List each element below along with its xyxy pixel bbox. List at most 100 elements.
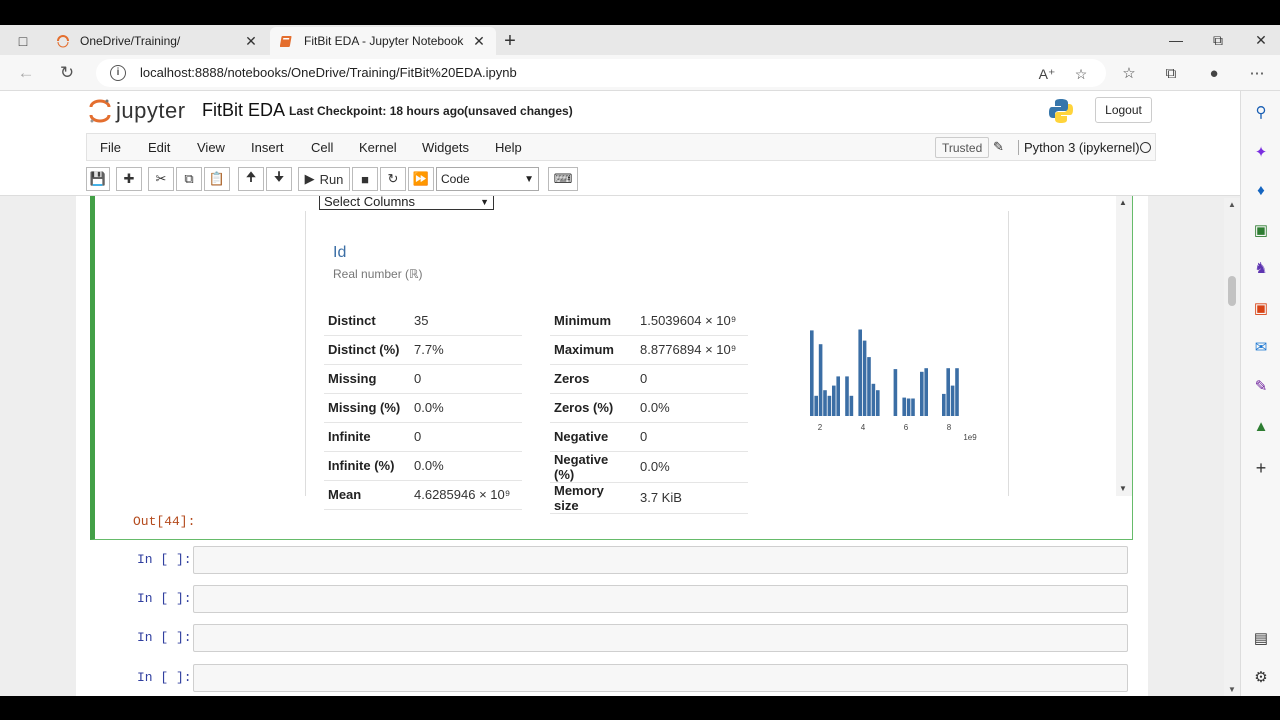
cell-type-select[interactable]: Code ▼ bbox=[436, 167, 539, 191]
close-window-icon[interactable]: ✕ bbox=[1246, 29, 1276, 51]
copy-icon[interactable]: ⧉ bbox=[176, 167, 202, 191]
menu-widgets[interactable]: Widgets bbox=[422, 140, 469, 155]
histogram-bar bbox=[946, 368, 950, 416]
settings-gear-icon[interactable]: ⚙ bbox=[1252, 668, 1270, 686]
office-icon[interactable]: ▣ bbox=[1252, 299, 1270, 317]
profile-icon[interactable]: ● bbox=[1203, 63, 1225, 83]
histogram-bar bbox=[845, 376, 849, 416]
restart-icon[interactable]: ↻ bbox=[380, 167, 406, 191]
add-sidebar-app-icon[interactable]: + bbox=[1252, 458, 1270, 478]
histogram-bar bbox=[906, 398, 911, 416]
code-input[interactable] bbox=[193, 664, 1128, 692]
scrollbar-thumb[interactable] bbox=[1228, 276, 1236, 306]
designer-icon[interactable]: ✎ bbox=[1252, 377, 1270, 395]
read-aloud-icon[interactable]: A⁺ bbox=[1038, 65, 1056, 83]
stat-key: Negative (%) bbox=[550, 451, 636, 483]
more-menu-icon[interactable]: ⋯ bbox=[1246, 63, 1268, 83]
page-scrollbar[interactable]: ▲ ▼ bbox=[1224, 198, 1240, 696]
new-tab-button[interactable]: + bbox=[499, 30, 521, 52]
refresh-icon[interactable]: ↻ bbox=[56, 62, 78, 84]
code-cell[interactable]: In [ ]: bbox=[90, 583, 1133, 617]
collections-icon[interactable]: ⧉ bbox=[1160, 63, 1182, 83]
run-button[interactable]: ▶ Run bbox=[298, 167, 350, 191]
code-cell[interactable]: In [ ]: bbox=[90, 544, 1133, 578]
stat-row: Mean 4.6285946 × 10⁹ bbox=[324, 480, 522, 510]
move-up-icon[interactable]: 🠉 bbox=[238, 167, 264, 191]
search-icon[interactable]: ⚲ bbox=[1252, 103, 1270, 121]
output-cell[interactable]: Select Columns ▼ Id Real number (ℝ) Dist… bbox=[90, 195, 1133, 540]
insert-cell-icon[interactable]: ✚ bbox=[116, 167, 142, 191]
hide-sidebar-icon[interactable]: ▤ bbox=[1252, 629, 1270, 647]
menu-cell[interactable]: Cell bbox=[311, 140, 333, 155]
site-info-icon[interactable]: i bbox=[110, 65, 126, 81]
menu-edit[interactable]: Edit bbox=[148, 140, 170, 155]
stat-value: 0.0% bbox=[636, 393, 748, 423]
back-icon[interactable]: ← bbox=[15, 62, 37, 84]
tab-fitbit-eda[interactable]: FitBit EDA - Jupyter Notebook ✕ bbox=[270, 27, 496, 55]
python-logo-icon bbox=[1047, 97, 1075, 125]
scroll-up-icon[interactable]: ▲ bbox=[1119, 198, 1127, 207]
scroll-up-icon[interactable]: ▲ bbox=[1228, 200, 1236, 209]
logout-button[interactable]: Logout bbox=[1095, 97, 1152, 123]
tab-actions-icon[interactable]: □ bbox=[12, 30, 34, 52]
menu-kernel[interactable]: Kernel bbox=[359, 140, 397, 155]
close-tab-icon[interactable]: ✕ bbox=[472, 33, 486, 50]
chevron-down-icon: ▼ bbox=[524, 173, 534, 185]
notebook-toolbar: 💾 ✚ ✂ ⧉ 📋 🠉 🠋 ▶ Run ■ ↻ ⏩ Code ▼ ⌨ bbox=[86, 167, 1156, 193]
scroll-down-icon[interactable]: ▼ bbox=[1228, 685, 1236, 694]
outlook-icon[interactable]: ✉ bbox=[1252, 338, 1270, 356]
menu-bar: File Edit View Insert Cell Kernel Widget… bbox=[86, 133, 1156, 161]
move-down-icon[interactable]: 🠋 bbox=[266, 167, 292, 191]
edit-pencil-icon[interactable]: ✎ bbox=[993, 139, 1004, 155]
tree-icon[interactable]: ▲ bbox=[1252, 417, 1270, 435]
games-icon[interactable]: ♞ bbox=[1252, 259, 1270, 277]
favorite-add-icon[interactable]: ☆ bbox=[1072, 65, 1090, 83]
jupyter-logo[interactable]: jupyter bbox=[88, 97, 186, 125]
kernel-name[interactable]: Python 3 (ipykernel) bbox=[1018, 140, 1140, 155]
output-area[interactable]: Select Columns ▼ Id Real number (ℝ) Dist… bbox=[95, 195, 1132, 514]
copilot-icon[interactable]: ✦ bbox=[1252, 143, 1270, 161]
cut-icon[interactable]: ✂ bbox=[148, 167, 174, 191]
histogram-bar bbox=[827, 395, 832, 416]
histogram-bar bbox=[911, 398, 915, 416]
in-prompt: In [ ]: bbox=[137, 552, 192, 567]
trusted-badge[interactable]: Trusted bbox=[935, 137, 990, 158]
code-cell[interactable]: In [ ]: bbox=[90, 662, 1133, 696]
command-palette-icon[interactable]: ⌨ bbox=[548, 167, 578, 191]
menu-file[interactable]: File bbox=[100, 140, 121, 155]
stat-row: Zeros (%) 0.0% bbox=[550, 393, 748, 423]
save-icon[interactable]: 💾 bbox=[86, 167, 110, 191]
scroll-down-icon[interactable]: ▼ bbox=[1119, 484, 1127, 493]
histogram-bar bbox=[902, 397, 906, 416]
notebook-name[interactable]: FitBit EDA bbox=[202, 100, 285, 121]
output-scrollbar[interactable]: ▲ ▼ bbox=[1116, 196, 1132, 496]
url-field[interactable]: i localhost:8888/notebooks/OneDrive/Trai… bbox=[96, 59, 1106, 87]
menu-view[interactable]: View bbox=[197, 140, 225, 155]
checkpoint-label: Last Checkpoint: bbox=[289, 104, 387, 118]
shopping-tag-icon[interactable]: ♦ bbox=[1252, 181, 1270, 199]
stat-key: Distinct (%) bbox=[324, 335, 410, 365]
restart-run-all-icon[interactable]: ⏩ bbox=[408, 167, 434, 191]
close-tab-icon[interactable]: ✕ bbox=[244, 33, 258, 50]
restore-icon[interactable]: ⧉ bbox=[1203, 29, 1233, 51]
menu-insert[interactable]: Insert bbox=[251, 140, 284, 155]
paste-icon[interactable]: 📋 bbox=[204, 167, 230, 191]
stat-value: 7.7% bbox=[410, 335, 522, 365]
minimize-icon[interactable]: — bbox=[1161, 29, 1191, 51]
stat-row: Missing 0 bbox=[324, 364, 522, 394]
select-columns-dropdown[interactable]: Select Columns ▼ bbox=[319, 195, 494, 210]
code-input[interactable] bbox=[193, 546, 1128, 574]
stat-value: 4.6285946 × 10⁹ bbox=[410, 480, 522, 510]
code-input[interactable] bbox=[193, 624, 1128, 652]
menu-help[interactable]: Help bbox=[495, 140, 522, 155]
code-cell[interactable]: In [ ]: bbox=[90, 622, 1133, 656]
code-input[interactable] bbox=[193, 585, 1128, 613]
tools-briefcase-icon[interactable]: ▣ bbox=[1252, 221, 1270, 239]
favorites-icon[interactable]: ☆ bbox=[1118, 63, 1140, 83]
in-prompt: In [ ]: bbox=[137, 591, 192, 606]
tab-onedrive[interactable]: OneDrive/Training/ ✕ bbox=[46, 27, 268, 55]
variable-name[interactable]: Id bbox=[333, 244, 346, 262]
histogram-tick-label: 2 bbox=[818, 423, 823, 432]
stat-row: Distinct (%) 7.7% bbox=[324, 335, 522, 365]
interrupt-icon[interactable]: ■ bbox=[352, 167, 378, 191]
